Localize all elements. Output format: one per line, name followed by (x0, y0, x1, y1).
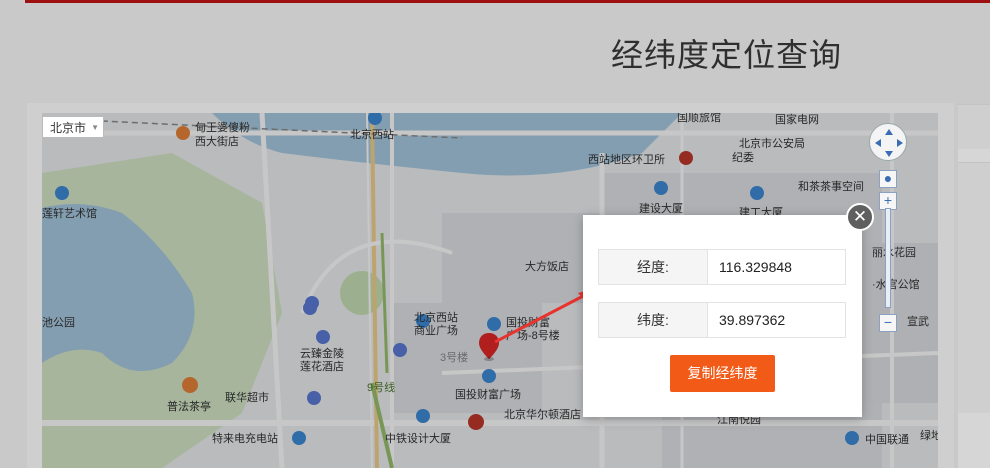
copy-coordinates-button[interactable]: 复制经纬度 (670, 355, 775, 392)
latitude-row: 纬度: 39.897362 (598, 302, 846, 338)
longitude-row: 经度: 116.329848 (598, 249, 846, 285)
locate-button[interactable]: ● (879, 170, 897, 188)
top-accent-bar (25, 0, 990, 3)
pan-control[interactable] (869, 123, 907, 161)
zoom-slider[interactable] (885, 208, 891, 308)
chevron-down-icon: ▼ (91, 123, 99, 132)
city-select[interactable]: 北京市 ▼ (42, 116, 104, 138)
right-panel-block (958, 162, 990, 413)
longitude-value[interactable]: 116.329848 (719, 250, 792, 284)
city-select-label: 北京市 (50, 121, 87, 135)
latitude-label: 纬度: (599, 303, 708, 337)
latitude-value[interactable]: 39.897362 (719, 303, 785, 337)
coordinate-dialog: 经度: 116.329848 纬度: 39.897362 复制经纬度 (583, 215, 862, 417)
pan-arrows-icon (875, 129, 903, 157)
right-panel (958, 104, 990, 468)
page-title: 经纬度定位查询 (611, 37, 843, 73)
close-icon[interactable]: ✕ (846, 203, 874, 231)
zoom-control[interactable]: ● + − (879, 170, 897, 332)
zoom-out-button[interactable]: − (879, 314, 897, 332)
right-panel-block (958, 104, 990, 149)
longitude-label: 经度: (599, 250, 708, 284)
